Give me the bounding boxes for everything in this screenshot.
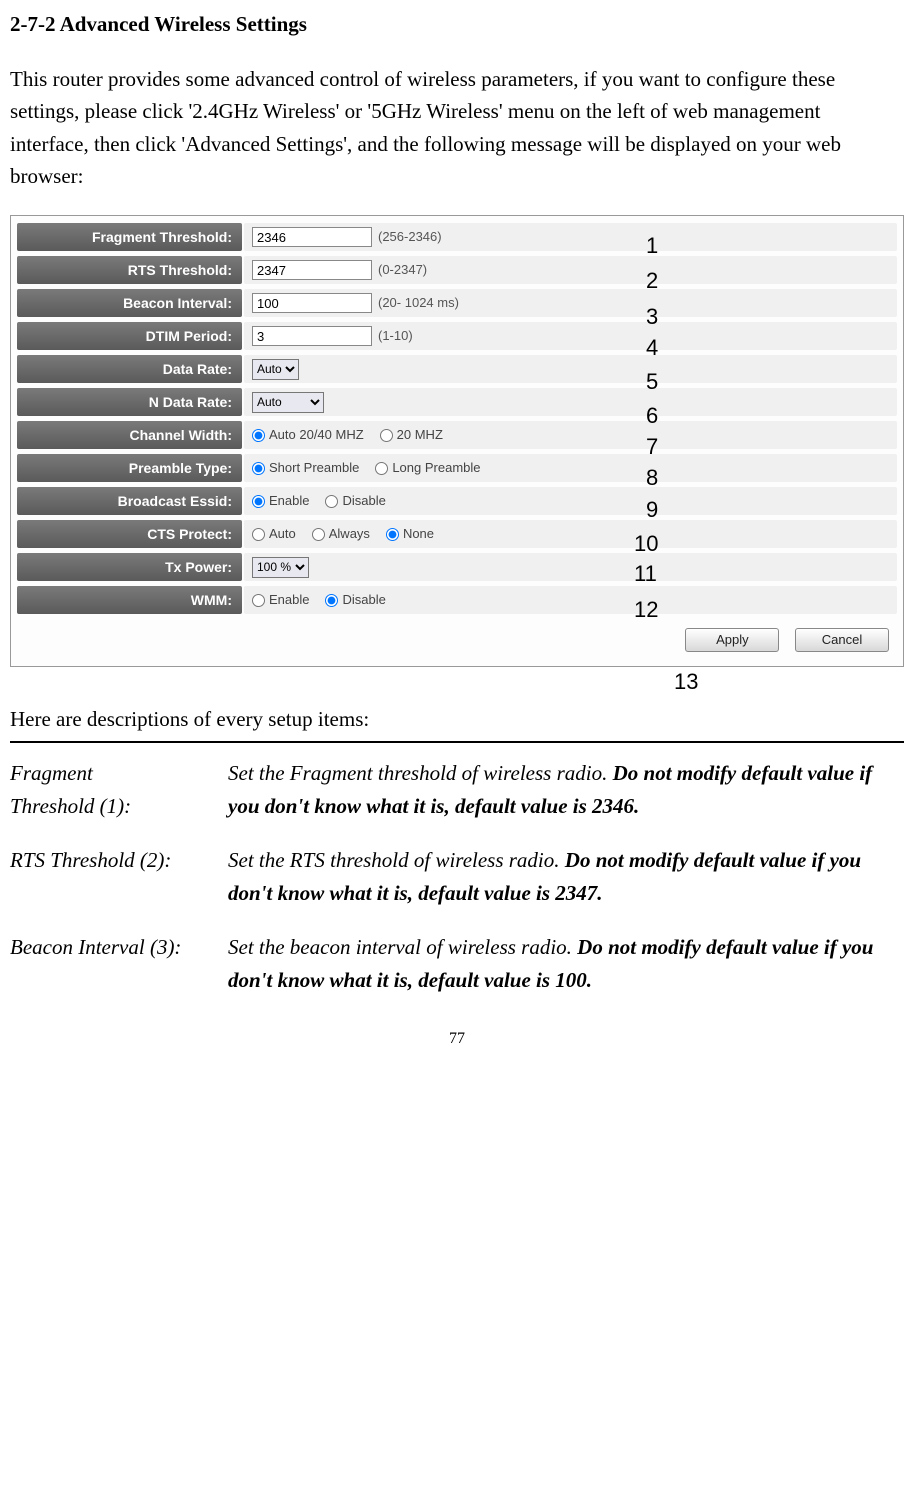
label-bssid: Broadcast Essid: bbox=[17, 487, 242, 515]
desc-term: Fragment bbox=[10, 761, 93, 785]
radio-label: Disable bbox=[342, 491, 385, 511]
label-cts: CTS Protect: bbox=[17, 520, 242, 548]
screenshot-container: Fragment Threshold: (256-2346) RTS Thres… bbox=[10, 215, 904, 667]
label-preamble: Preamble Type: bbox=[17, 454, 242, 482]
radio-bssid-disable[interactable] bbox=[325, 495, 338, 508]
input-rts[interactable] bbox=[252, 260, 372, 280]
label-rts: RTS Threshold: bbox=[17, 256, 242, 284]
label-wmm: WMM: bbox=[17, 586, 242, 614]
radio-label: Disable bbox=[342, 590, 385, 610]
input-beacon[interactable] bbox=[252, 293, 372, 313]
hint-fragment: (256-2346) bbox=[378, 227, 442, 247]
section-heading: 2-7-2 Advanced Wireless Settings bbox=[10, 8, 904, 41]
radio-preamble-long[interactable] bbox=[375, 462, 388, 475]
row-bssid: Broadcast Essid: Enable Disable bbox=[17, 486, 897, 517]
radio-label: 20 MHZ bbox=[397, 425, 443, 445]
desc-term: Beacon Interval (3): bbox=[10, 935, 181, 959]
radio-label: Long Preamble bbox=[392, 458, 480, 478]
page-number: 77 bbox=[10, 1027, 904, 1052]
label-ndatarate: N Data Rate: bbox=[17, 388, 242, 416]
desc-term: Threshold (1): bbox=[10, 794, 131, 818]
radio-chwidth-auto[interactable] bbox=[252, 429, 265, 442]
hint-dtim: (1-10) bbox=[378, 326, 413, 346]
label-tx: Tx Power: bbox=[17, 553, 242, 581]
select-ndatarate[interactable]: Auto bbox=[252, 392, 324, 413]
select-datarate[interactable]: Auto bbox=[252, 359, 299, 380]
label-datarate: Data Rate: bbox=[17, 355, 242, 383]
row-cts: CTS Protect: Auto Always None bbox=[17, 519, 897, 550]
row-fragment: Fragment Threshold: (256-2346) bbox=[17, 222, 897, 253]
radio-wmm-disable[interactable] bbox=[325, 594, 338, 607]
desc-row-fragment: Fragment Threshold (1): Set the Fragment… bbox=[10, 757, 904, 822]
select-tx[interactable]: 100 % bbox=[252, 557, 309, 578]
radio-label: Short Preamble bbox=[269, 458, 359, 478]
radio-label: Enable bbox=[269, 590, 309, 610]
divider bbox=[10, 741, 904, 743]
button-row: Apply Cancel bbox=[17, 618, 897, 656]
descriptions-intro: Here are descriptions of every setup ite… bbox=[10, 703, 904, 736]
hint-rts: (0-2347) bbox=[378, 260, 427, 280]
input-fragment[interactable] bbox=[252, 227, 372, 247]
radio-label: Auto bbox=[269, 524, 296, 544]
row-wmm: WMM: Enable Disable bbox=[17, 585, 897, 616]
apply-button[interactable]: Apply bbox=[685, 628, 779, 652]
radio-cts-auto[interactable] bbox=[252, 528, 265, 541]
row-tx: Tx Power: 100 % bbox=[17, 552, 897, 583]
desc-row-beacon: Beacon Interval (3): Set the beacon inte… bbox=[10, 931, 904, 996]
intro-paragraph: This router provides some advanced contr… bbox=[10, 63, 904, 193]
cancel-button[interactable]: Cancel bbox=[795, 628, 889, 652]
radio-preamble-short[interactable] bbox=[252, 462, 265, 475]
label-dtim: DTIM Period: bbox=[17, 322, 242, 350]
row-datarate: Data Rate: Auto bbox=[17, 354, 897, 385]
hint-beacon: (20- 1024 ms) bbox=[378, 293, 459, 313]
label-fragment: Fragment Threshold: bbox=[17, 223, 242, 251]
desc-text: Set the Fragment threshold of wireless r… bbox=[228, 761, 613, 785]
desc-row-rts: RTS Threshold (2): Set the RTS threshold… bbox=[10, 844, 904, 909]
row-chwidth: Channel Width: Auto 20/40 MHZ 20 MHZ bbox=[17, 420, 897, 451]
desc-text: Set the beacon interval of wireless radi… bbox=[228, 935, 577, 959]
radio-cts-always[interactable] bbox=[312, 528, 325, 541]
radio-wmm-enable[interactable] bbox=[252, 594, 265, 607]
callout-13: 13 bbox=[674, 665, 698, 699]
input-dtim[interactable] bbox=[252, 326, 372, 346]
row-beacon: Beacon Interval: (20- 1024 ms) bbox=[17, 288, 897, 319]
radio-label: None bbox=[403, 524, 434, 544]
row-dtim: DTIM Period: (1-10) bbox=[17, 321, 897, 352]
label-chwidth: Channel Width: bbox=[17, 421, 242, 449]
radio-bssid-enable[interactable] bbox=[252, 495, 265, 508]
label-beacon: Beacon Interval: bbox=[17, 289, 242, 317]
row-rts: RTS Threshold: (0-2347) bbox=[17, 255, 897, 286]
radio-cts-none[interactable] bbox=[386, 528, 399, 541]
row-preamble: Preamble Type: Short Preamble Long Pream… bbox=[17, 453, 897, 484]
radio-label: Auto 20/40 MHZ bbox=[269, 425, 364, 445]
desc-term: RTS Threshold (2): bbox=[10, 848, 171, 872]
radio-label: Always bbox=[329, 524, 370, 544]
radio-chwidth-20[interactable] bbox=[380, 429, 393, 442]
settings-panel: Fragment Threshold: (256-2346) RTS Thres… bbox=[10, 215, 904, 667]
row-ndatarate: N Data Rate: Auto bbox=[17, 387, 897, 418]
desc-text: Set the RTS threshold of wireless radio. bbox=[228, 848, 565, 872]
radio-label: Enable bbox=[269, 491, 309, 511]
